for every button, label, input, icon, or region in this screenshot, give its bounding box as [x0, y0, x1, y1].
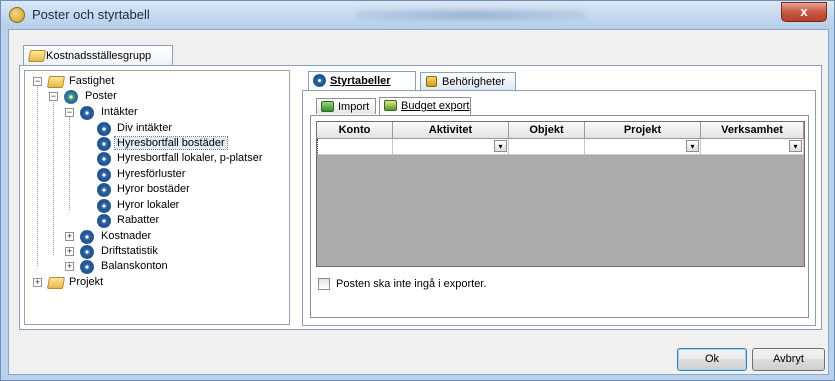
- column-header-objekt[interactable]: Objekt: [509, 122, 585, 139]
- import-icon: [321, 101, 334, 112]
- lock-icon: [426, 76, 437, 87]
- tree-node-label: Div intäkter: [117, 122, 173, 134]
- tree-node-label: Intäkter: [101, 106, 138, 118]
- gear-icon: [313, 74, 326, 87]
- gear-icon: [97, 183, 111, 197]
- tree-node-label: Projekt: [69, 276, 104, 288]
- cell-konto[interactable]: [317, 139, 393, 155]
- exclude-export-checkbox[interactable]: [318, 278, 330, 290]
- expand-icon[interactable]: +: [65, 232, 74, 241]
- tab-budget-export[interactable]: Budget export: [379, 97, 471, 115]
- column-header-verksamhet[interactable]: Verksamhet: [701, 122, 804, 139]
- tree-node-label: Kostnader: [101, 230, 152, 242]
- cell-verksamhet[interactable]: ▾: [701, 139, 804, 155]
- tree-line: [53, 95, 54, 255]
- grid-header: Konto Aktivitet Objekt Projekt Verksamhe…: [317, 122, 804, 139]
- outer-tab-panel: − Fastighet − Poster − Intäkter Div intä…: [19, 65, 822, 330]
- cell-aktivitet[interactable]: ▾: [393, 139, 509, 155]
- tab-budget-export-label: Budget export: [401, 100, 470, 112]
- tree-node-label: Hyror lokaler: [117, 199, 180, 211]
- column-header-aktivitet[interactable]: Aktivitet: [393, 122, 509, 139]
- dialog-client-area: Kostnadsställesgrupp − Fastighet − Poste…: [8, 29, 829, 375]
- tab-import-label: Import: [338, 101, 370, 113]
- expand-icon[interactable]: +: [65, 247, 74, 256]
- tab-import[interactable]: Import: [316, 98, 376, 114]
- gear-icon: [64, 90, 78, 104]
- column-header-projekt[interactable]: Projekt: [585, 122, 701, 139]
- tree-node-label: Driftstatistik: [101, 245, 158, 257]
- exclude-export-label: Posten ska inte ingå i exporter.: [336, 278, 487, 290]
- gear-icon: [80, 260, 94, 274]
- tree-node-label: Hyresbortfall lokaler, p-platser: [117, 152, 263, 164]
- collapse-icon[interactable]: −: [65, 108, 74, 117]
- close-button[interactable]: x: [781, 2, 827, 22]
- gear-icon: [80, 106, 94, 120]
- app-icon: [9, 7, 25, 23]
- tab-behorigheter-label: Behörigheter: [442, 76, 505, 88]
- window-title: Poster och styrtabell: [32, 7, 150, 22]
- tab-styrtabeller[interactable]: Styrtabeller: [308, 71, 416, 90]
- gear-icon: [97, 122, 111, 136]
- tree-node-label: Balanskonton: [101, 260, 168, 272]
- ok-button[interactable]: Ok: [677, 348, 747, 371]
- gear-icon: [97, 137, 111, 151]
- budget-export-panel: Konto Aktivitet Objekt Projekt Verksamhe…: [310, 115, 809, 318]
- tree-node-label: Hyresbortfall bostäder: [114, 136, 228, 150]
- tree-view[interactable]: − Fastighet − Poster − Intäkter Div intä…: [24, 70, 290, 325]
- gear-icon: [80, 230, 94, 244]
- styrtabeller-panel: Import Budget export Konto Aktivitet Obj…: [302, 90, 816, 326]
- gear-icon: [80, 245, 94, 259]
- dialog-window: Poster och styrtabell x Kostnadsställesg…: [0, 0, 835, 381]
- folder-icon: [46, 277, 66, 289]
- folder-icon: [27, 50, 47, 62]
- tab-kostnadsstallesgrupp[interactable]: Kostnadsställesgrupp: [23, 45, 173, 66]
- title-bar[interactable]: Poster och styrtabell x: [1, 1, 834, 29]
- collapse-icon[interactable]: −: [33, 77, 42, 86]
- column-header-konto[interactable]: Konto: [317, 122, 393, 139]
- tree-node-label: Rabatter: [117, 214, 160, 226]
- tree-node-label: Fastighet: [69, 75, 115, 87]
- tree-node-label: Hyror bostäder: [117, 183, 190, 195]
- folder-icon: [46, 76, 66, 88]
- collapse-icon[interactable]: −: [49, 92, 58, 101]
- dropdown-arrow-icon[interactable]: ▾: [789, 140, 802, 152]
- gear-icon: [97, 214, 111, 228]
- gear-icon: [97, 168, 111, 182]
- tab-behorigheter[interactable]: Behörigheter: [420, 72, 516, 90]
- tree-line: [69, 111, 70, 210]
- export-grid[interactable]: Konto Aktivitet Objekt Projekt Verksamhe…: [316, 121, 805, 267]
- tree-node-label: Hyresförluster: [117, 168, 186, 180]
- expand-icon[interactable]: +: [65, 262, 74, 271]
- gear-icon: [97, 152, 111, 166]
- tree-line: [37, 83, 38, 266]
- tab-kostnadsstallesgrupp-label: Kostnadsställesgrupp: [46, 50, 152, 62]
- gear-icon: [97, 199, 111, 213]
- expand-icon[interactable]: +: [33, 278, 42, 287]
- tree-node-label: Poster: [85, 90, 117, 102]
- cell-objekt[interactable]: [509, 139, 585, 155]
- blurred-title-region: [356, 10, 586, 20]
- tab-styrtabeller-label: Styrtabeller: [330, 75, 391, 87]
- dropdown-arrow-icon[interactable]: ▾: [494, 140, 507, 152]
- cell-projekt[interactable]: ▾: [585, 139, 701, 155]
- export-icon: [384, 100, 397, 111]
- cancel-button[interactable]: Avbryt: [752, 348, 825, 371]
- dropdown-arrow-icon[interactable]: ▾: [686, 140, 699, 152]
